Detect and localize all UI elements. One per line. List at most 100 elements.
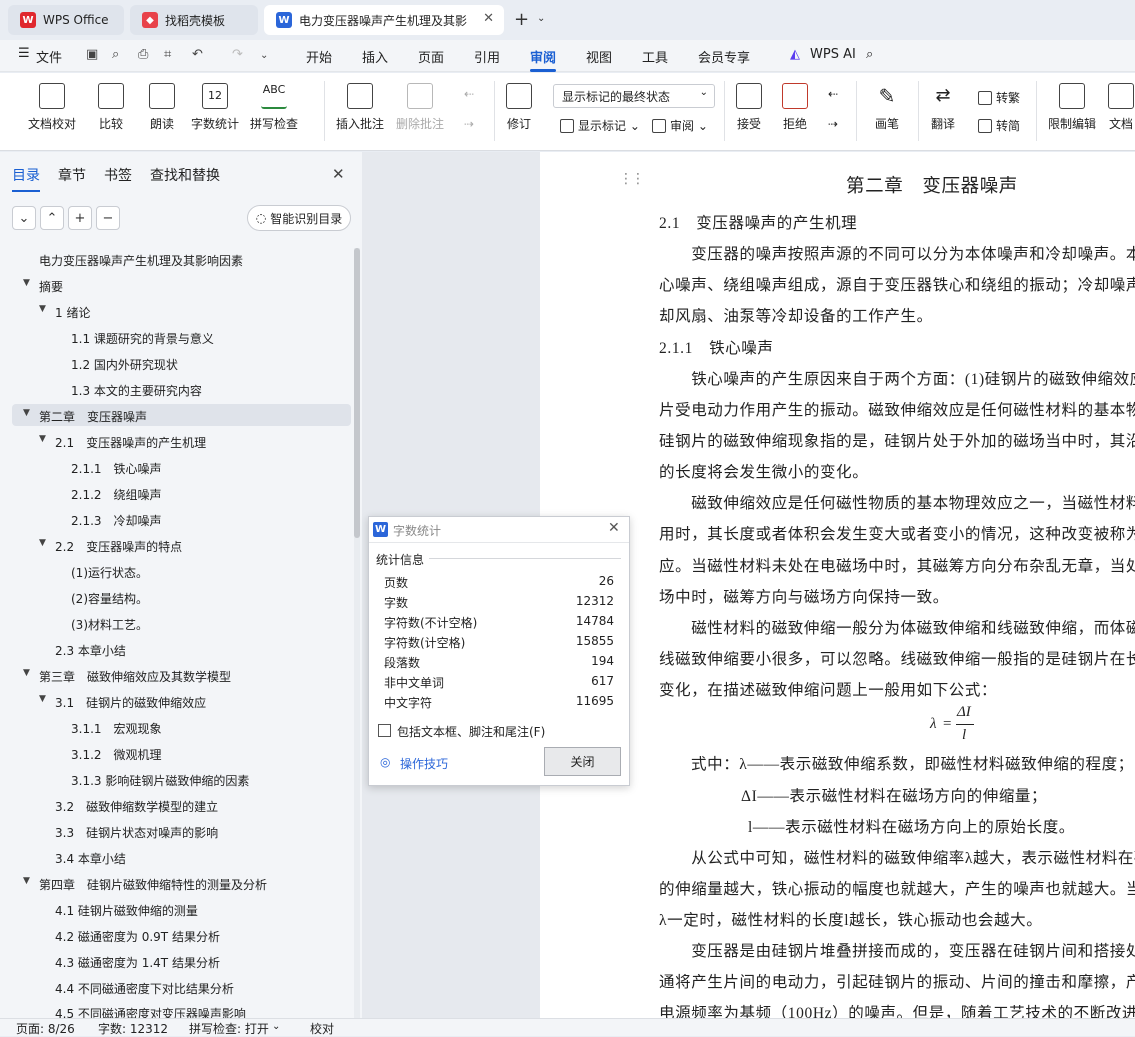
reject-button[interactable]: 拒绝 [782,83,808,132]
toc-item[interactable]: 1.1 课题研究的背景与意义 [71,330,214,347]
caret-down-icon[interactable]: ▼ [39,434,46,444]
read-aloud-button[interactable]: 朗读 [149,83,175,132]
toc-item[interactable]: 4.5 不同磁通密度对变压器噪声影响 [55,1005,246,1018]
save-icon[interactable]: ▣ [86,47,98,62]
page-indicator[interactable]: 页面: 8/26 [16,1020,75,1037]
toc-item[interactable]: (3)材料工艺。 [71,616,148,633]
nav-tab-bookmarks[interactable]: 书签 [104,165,132,185]
hamburger-icon[interactable]: ☰ [18,46,30,61]
markup-mode-select[interactable]: 显示标记的最终状态 ⌄ [553,84,715,108]
toc-item[interactable]: 3.1.2 微观机理 [71,746,162,763]
print-icon[interactable]: ⎙ [138,47,148,62]
nav-tab-sections[interactable]: 章节 [58,165,86,185]
include-textbox-checkbox[interactable] [378,724,391,737]
toc-item[interactable]: 4.4 不同磁通密度下对比结果分析 [55,980,234,997]
translate-button[interactable]: ⇄ 翻译 [930,83,956,132]
caret-down-icon[interactable]: ▼ [39,694,46,704]
toc-item[interactable]: 3.3 硅钢片状态对噪声的影响 [55,824,218,841]
remove-heading-icon[interactable]: − [96,206,120,230]
close-button[interactable]: 关闭 [544,747,621,776]
drag-handle-icon[interactable]: ⋮⋮ [619,172,645,186]
toc-item[interactable]: ▼ 2.2 变压器噪声的特点 [39,538,182,555]
close-tab-icon[interactable]: ✕ [483,11,494,26]
toc-item[interactable]: 电力变压器噪声产生机理及其影响因素 [39,252,243,269]
menu-wps-ai[interactable]: WPS AI [810,47,856,62]
toc-item[interactable]: 4.2 磁通密度为 0.9T 结果分析 [55,928,220,945]
prev-change-icon[interactable]: ⇠ [828,87,838,101]
accept-button[interactable]: 接受 [736,83,762,132]
delete-comment-button[interactable]: 删除批注 [396,83,444,132]
tab-wps-office[interactable]: W WPS Office [8,5,124,35]
next-comment-icon[interactable]: ⇢ [464,117,474,131]
toc-item[interactable]: 3.2 磁致伸缩数学模型的建立 [55,798,218,815]
toc-item[interactable]: 4.1 硅钢片磁致伸缩的测量 [55,902,198,919]
toc-scrollbar[interactable] [354,248,360,1018]
toc-item[interactable]: 3.1.3 影响硅钢片磁致伸缩的因素 [71,772,249,789]
collapse-up-icon[interactable]: ⌃ [40,206,64,230]
toc-item[interactable]: ▼ 1 绪论 [39,304,90,321]
caret-down-icon[interactable]: ▼ [23,876,30,886]
search-icon[interactable]: ⌕ [866,47,873,62]
print-preview-icon[interactable]: ⌗ [164,47,171,62]
tab-template[interactable]: ◆ 找稻壳模板 [130,5,258,35]
menu-view[interactable]: 视图 [586,47,612,66]
toc-item[interactable]: 2.1.3 冷却噪声 [71,512,162,529]
scrollbar-thumb[interactable] [354,248,360,538]
toc-item[interactable]: ▼ 第四章 硅钢片磁致伸缩特性的测量及分析 [23,876,267,893]
prev-comment-icon[interactable]: ⇠ [464,87,474,101]
quick-access-more-icon[interactable]: ⌄ [260,50,268,61]
toc-item[interactable]: (1)运行状态。 [71,564,148,581]
menu-tools[interactable]: 工具 [642,47,668,66]
caret-down-icon[interactable]: ▼ [39,304,46,314]
next-change-icon[interactable]: ⇢ [828,117,838,131]
caret-down-icon[interactable]: ▼ [23,668,30,678]
expand-down-icon[interactable]: ⌄ [12,206,36,230]
restrict-edit-button[interactable]: 限制编辑 [1048,83,1096,132]
spell-check-indicator[interactable]: 拼写检查: 打开 [189,1020,269,1037]
toc-item[interactable]: 3.1.1 宏观现象 [71,720,162,737]
close-dialog-icon[interactable]: ✕ [608,520,620,536]
tips-link[interactable]: 操作技巧 [400,755,448,772]
toc-item[interactable]: 3.4 本章小结 [55,850,126,867]
nav-tab-find-replace[interactable]: 查找和替换 [150,165,220,185]
toc-item[interactable]: ▼ 2.1 变压器噪声的产生机理 [39,434,206,451]
to-simplified-button[interactable]: 转简 [978,117,1020,134]
toc-item[interactable]: ▼ 摘要 [23,278,63,295]
pen-button[interactable]: ✎ 画笔 [874,83,900,132]
word-count-indicator[interactable]: 字数: 12312 [98,1020,168,1037]
chevron-down-icon[interactable]: ⌄ [537,13,545,24]
toc-item[interactable]: (2)容量结构。 [71,590,148,607]
toc-item[interactable]: 2.1.2 绕组噪声 [71,486,162,503]
to-traditional-button[interactable]: 转繁 [978,89,1020,106]
export-icon[interactable]: ⌕ [112,47,119,62]
toc-item[interactable]: 1.2 国内外研究现状 [71,356,178,373]
add-heading-icon[interactable]: + [68,206,92,230]
word-count-button[interactable]: 12 字数统计 [191,83,239,132]
revise-button[interactable]: 修订 [506,83,532,132]
insert-comment-button[interactable]: 插入批注 [336,83,384,132]
toc-item[interactable]: 1.3 本文的主要研究内容 [71,382,202,399]
menu-file[interactable]: 文件 [36,47,62,66]
menu-insert[interactable]: 插入 [362,47,388,66]
caret-down-icon[interactable]: ▼ [23,408,30,418]
menu-page[interactable]: 页面 [418,47,444,66]
spell-check-button[interactable]: ABC 拼写检查 [250,83,298,132]
toc-item[interactable]: ▼ 3.1 硅钢片的磁致伸缩效应 [39,694,206,711]
redo-icon[interactable]: ↷ [232,47,243,62]
caret-down-icon[interactable]: ▼ [39,538,46,548]
caret-down-icon[interactable]: ▼ [23,278,30,288]
dialog-header[interactable]: W 字数统计 ✕ [369,517,629,543]
smart-toc-button[interactable]: ◌ 智能识别目录 [247,205,351,231]
show-markup-button[interactable]: 显示标记 ⌄ [560,117,640,134]
chevron-down-icon[interactable]: ⌄ [272,1021,280,1032]
review-pane-button[interactable]: 审阅 ⌄ [652,117,708,134]
toc-item[interactable]: 4.3 磁通密度为 1.4T 结果分析 [55,954,220,971]
new-tab-icon[interactable]: + [514,9,529,30]
nav-tab-toc[interactable]: 目录 [12,165,40,192]
doc-check-button[interactable]: 文档校对 [28,83,76,132]
close-pane-icon[interactable]: ✕ [332,165,345,183]
menu-references[interactable]: 引用 [474,47,500,66]
tab-document[interactable]: W 电力变压器噪声产生机理及其影 ✕ [264,5,504,35]
toc-item[interactable]: 2.3 本章小结 [55,642,126,659]
menu-review[interactable]: 审阅 [530,47,557,72]
